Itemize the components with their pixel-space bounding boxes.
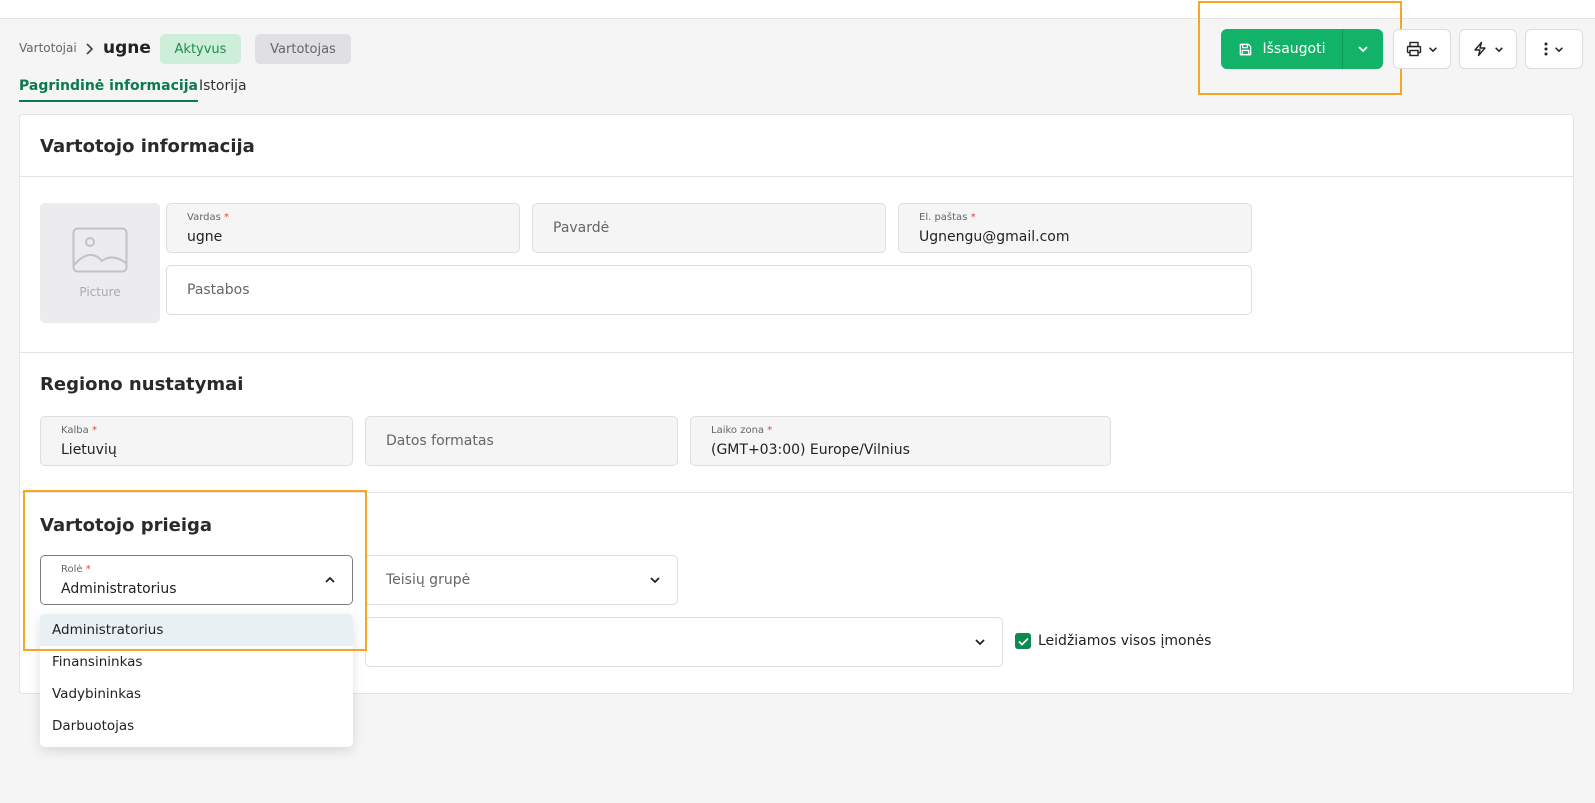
first-name-value: ugne — [187, 229, 223, 245]
rights-group-select[interactable]: Teisių grupė — [365, 555, 678, 605]
notes-placeholder: Pastabos — [187, 282, 250, 298]
print-button[interactable] — [1393, 29, 1451, 69]
chevron-down-icon — [975, 639, 985, 646]
email-field[interactable]: El. paštas * Ugnengu@gmail.com — [898, 203, 1252, 253]
status-badge: Aktyvus — [160, 34, 241, 64]
notes-field[interactable]: Pastabos — [166, 265, 1252, 315]
all-companies-checkbox[interactable] — [1015, 633, 1031, 649]
field-label: Kalba — [61, 425, 89, 436]
chevron-down-icon — [650, 577, 660, 584]
role-option-darbuotojas[interactable]: Darbuotojas — [40, 710, 353, 742]
chevron-right-icon — [86, 43, 94, 55]
bolt-icon — [1474, 41, 1486, 57]
rights-group-placeholder: Teisių grupė — [386, 572, 471, 588]
actions-button[interactable] — [1459, 29, 1517, 69]
highlight-box-role — [23, 490, 367, 651]
user-type-badge: Vartotojas — [255, 34, 351, 64]
chevron-down-icon — [1555, 46, 1563, 52]
timezone-field[interactable]: Laiko zona * (GMT+03:00) Europe/Vilnius — [690, 416, 1111, 466]
required-mark: * — [970, 212, 976, 223]
divider — [19, 176, 1574, 177]
date-format-field[interactable]: Datos formatas — [365, 416, 678, 466]
language-field[interactable]: Kalba * Lietuvių — [40, 416, 353, 466]
page-title: ugne — [103, 38, 151, 58]
language-value: Lietuvių — [61, 442, 117, 458]
first-name-field[interactable]: Vardas * ugne — [166, 203, 520, 253]
more-button[interactable] — [1525, 29, 1583, 69]
last-name-placeholder: Pavardė — [553, 220, 610, 236]
timezone-value: (GMT+03:00) Europe/Vilnius — [711, 442, 910, 458]
field-label: Vardas — [187, 212, 221, 223]
companies-select[interactable] — [365, 617, 1003, 667]
section-title-user-info: Vartotojo informacija — [40, 136, 255, 157]
required-mark: * — [767, 425, 773, 436]
last-name-field[interactable]: Pavardė — [532, 203, 886, 253]
checkmark-icon — [1017, 637, 1029, 646]
role-option-vadybininkas[interactable]: Vadybininkas — [40, 678, 353, 710]
breadcrumb-users-link[interactable]: Vartotojai — [19, 41, 77, 55]
date-format-placeholder: Datos formatas — [386, 433, 494, 449]
required-mark: * — [91, 425, 97, 436]
image-placeholder-icon — [72, 227, 128, 273]
printer-icon — [1406, 41, 1422, 57]
more-vertical-icon — [1544, 42, 1548, 56]
divider — [19, 352, 1574, 353]
field-label: El. paštas — [919, 212, 968, 223]
all-companies-label: Leidžiamos visos įmonės — [1038, 633, 1212, 649]
highlight-box-save — [1198, 1, 1402, 95]
picture-label: Picture — [79, 285, 121, 299]
chevron-down-icon — [1495, 46, 1503, 52]
field-label: Laiko zona — [711, 425, 765, 436]
email-value: Ugnengu@gmail.com — [919, 229, 1070, 245]
chevron-down-icon — [1429, 46, 1437, 52]
tab-main-info[interactable]: Pagrindinė informacija — [19, 78, 198, 102]
tab-history[interactable]: Istorija — [199, 78, 247, 94]
section-title-region: Regiono nustatymai — [40, 374, 244, 395]
required-mark: * — [224, 212, 230, 223]
profile-picture-upload[interactable]: Picture — [40, 203, 160, 323]
